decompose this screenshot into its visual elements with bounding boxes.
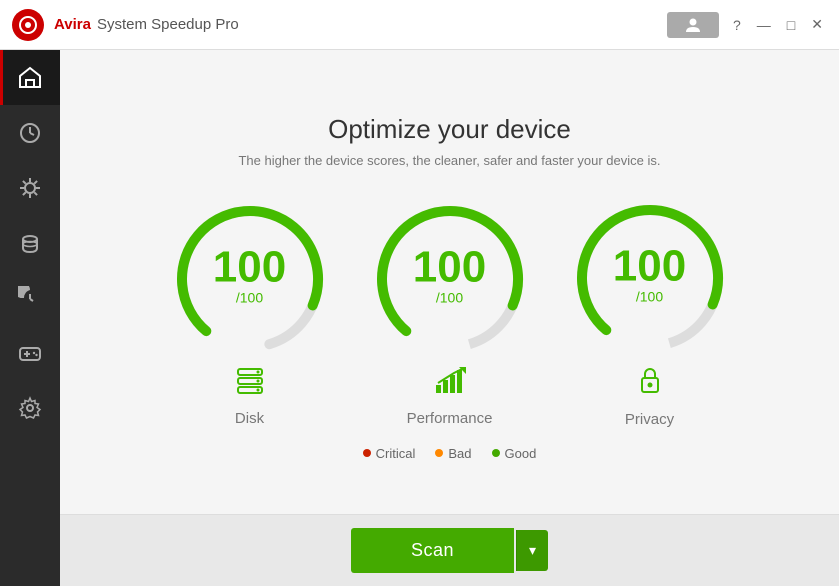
- close-button[interactable]: ✕: [807, 14, 827, 35]
- legend-bad: Bad: [435, 446, 471, 461]
- window-controls: ? — □ ✕: [729, 14, 827, 35]
- content-top: Optimize your device The higher the devi…: [60, 50, 839, 514]
- bad-label: Bad: [448, 446, 471, 461]
- disk-icon: [234, 367, 266, 402]
- scan-dropdown-button[interactable]: ▾: [516, 530, 548, 571]
- user-button[interactable]: [667, 12, 719, 38]
- content-area: Optimize your device The higher the devi…: [60, 50, 839, 586]
- disk-max: /100: [213, 289, 286, 305]
- performance-max: /100: [413, 289, 486, 305]
- app-name: System Speedup Pro: [97, 16, 239, 33]
- disk-score: 100: [213, 245, 286, 289]
- good-label: Good: [505, 446, 537, 461]
- gauge-center-privacy: 100 /100: [613, 244, 686, 304]
- clock-icon: [17, 120, 43, 146]
- gauge-performance: 100 /100 Perfo: [370, 199, 530, 427]
- legend-row: Critical Bad Good: [363, 446, 537, 461]
- optimizer-icon: [17, 175, 43, 201]
- maximize-button[interactable]: □: [783, 15, 799, 35]
- privacy-score: 100: [613, 244, 686, 288]
- titlebar: Avira System Speedup Pro ? — □ ✕: [0, 0, 839, 50]
- history-icon: [17, 285, 43, 311]
- privacy-label: Privacy: [625, 411, 674, 428]
- home-icon: [17, 65, 43, 91]
- gauge-center-disk: 100 /100: [213, 245, 286, 305]
- performance-score: 100: [413, 245, 486, 289]
- user-icon: [685, 17, 701, 33]
- help-button[interactable]: ?: [729, 15, 745, 35]
- performance-icon: [434, 367, 466, 402]
- gauge-privacy: 100 /100 Privacy: [570, 198, 730, 428]
- cleaner-icon: [17, 230, 43, 256]
- critical-label: Critical: [376, 446, 416, 461]
- main-layout: Optimize your device The higher the devi…: [0, 50, 839, 586]
- gauge-circle-privacy: 100 /100: [570, 198, 730, 358]
- gauge-disk: 100 /100 Disk: [170, 199, 330, 427]
- sidebar-item-clock[interactable]: [0, 105, 60, 160]
- bottom-bar: Scan ▾: [60, 514, 839, 586]
- sidebar-item-optimizer[interactable]: [0, 160, 60, 215]
- good-dot: [492, 449, 500, 457]
- disk-label: Disk: [235, 410, 264, 427]
- privacy-max: /100: [613, 288, 686, 304]
- settings-icon: [17, 395, 43, 421]
- critical-dot: [363, 449, 371, 457]
- scan-button[interactable]: Scan: [351, 528, 514, 573]
- sidebar-item-games[interactable]: [0, 325, 60, 380]
- sidebar-item-settings[interactable]: [0, 380, 60, 435]
- gauge-center-performance: 100 /100: [413, 245, 486, 305]
- legend-good: Good: [492, 446, 537, 461]
- games-icon: [17, 340, 43, 366]
- sidebar-item-history[interactable]: [0, 270, 60, 325]
- minimize-button[interactable]: —: [753, 15, 775, 35]
- page-title: Optimize your device: [328, 114, 571, 145]
- page-subtitle: The higher the device scores, the cleane…: [238, 153, 660, 168]
- gauge-circle-disk: 100 /100: [170, 199, 330, 359]
- sidebar-item-home[interactable]: [0, 50, 60, 105]
- gauges-row: 100 /100 Disk: [170, 198, 730, 428]
- performance-label: Performance: [407, 410, 493, 427]
- app-logo: [12, 9, 44, 41]
- bad-dot: [435, 449, 443, 457]
- brand-name: Avira: [54, 16, 91, 33]
- legend-critical: Critical: [363, 446, 416, 461]
- sidebar-item-cleaner[interactable]: [0, 215, 60, 270]
- sidebar: [0, 50, 60, 586]
- privacy-icon: [637, 366, 663, 403]
- gauge-circle-performance: 100 /100: [370, 199, 530, 359]
